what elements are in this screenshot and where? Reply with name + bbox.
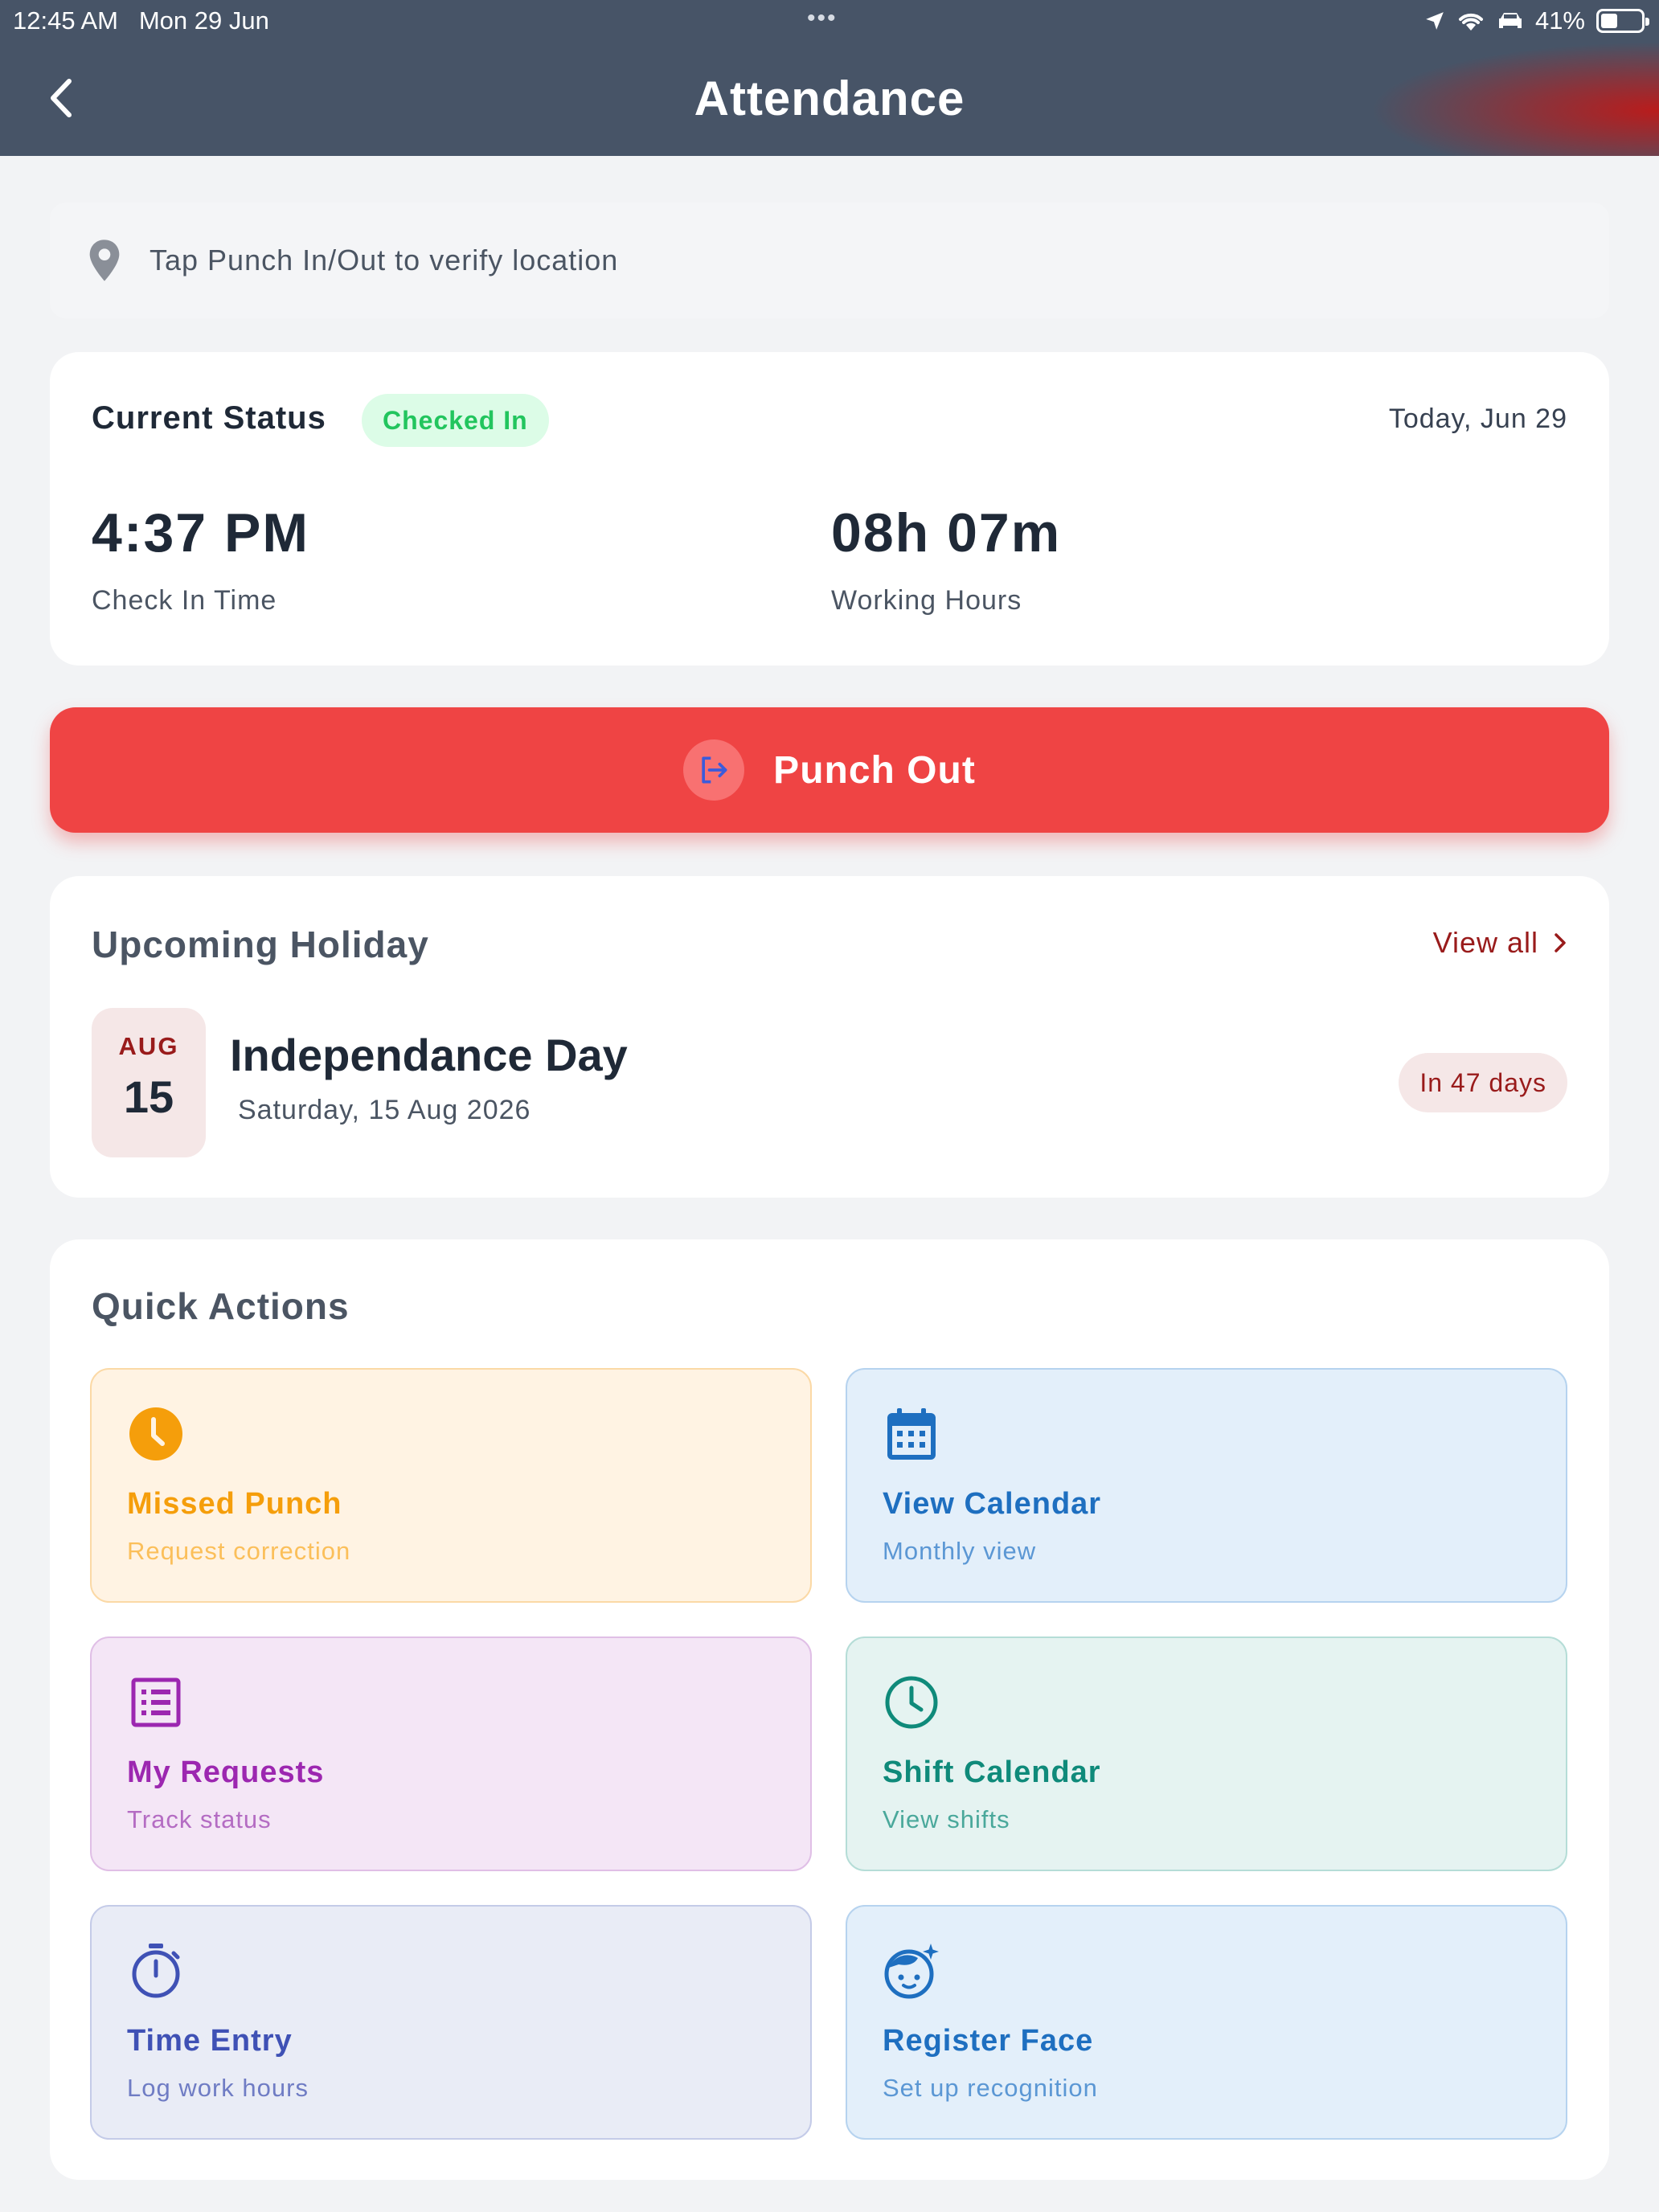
check-in-time-value: 4:37 PM: [92, 502, 309, 563]
my-requests-label: My Requests: [127, 1755, 325, 1789]
punch-out-button[interactable]: Punch Out: [50, 707, 1609, 833]
shift-calendar-sub: View shifts: [883, 1805, 1010, 1833]
missed-punch-sub: Request correction: [127, 1537, 351, 1565]
register-face-label: Register Face: [883, 2024, 1094, 2058]
my-requests-tile[interactable]: My Requests Track status: [90, 1636, 812, 1871]
holiday-full-date: Saturday, 15 Aug 2026: [238, 1095, 531, 1125]
quick-actions-card: Quick Actions Missed Punch Request corre…: [50, 1239, 1609, 2180]
current-status-card: Current Status Checked In Today, Jun 29 …: [50, 352, 1609, 666]
working-hours-value: 08h 07m: [831, 502, 1062, 563]
chevron-right-icon: [1555, 933, 1566, 952]
multitasking-dots-icon[interactable]: •••: [807, 5, 838, 32]
upcoming-holiday-card: Upcoming Holiday View all AUG 15 Indepen…: [50, 876, 1609, 1198]
battery-fill: [1601, 14, 1617, 28]
view-calendar-tile[interactable]: View Calendar Monthly view: [846, 1368, 1567, 1603]
missed-punch-tile[interactable]: Missed Punch Request correction: [90, 1368, 812, 1603]
time-entry-sub: Log work hours: [127, 2074, 309, 2102]
current-status-label: Current Status: [92, 400, 326, 436]
logout-icon-circle: [683, 739, 745, 801]
location-hint: Tap Punch In/Out to verify location: [50, 203, 1609, 318]
quick-actions-title: Quick Actions: [92, 1285, 350, 1327]
wifi-icon: [1458, 13, 1483, 31]
clock-date: Mon 29 Jun: [138, 6, 269, 35]
car-icon: [1498, 13, 1522, 28]
battery-icon: [1596, 9, 1649, 33]
status-badge: Checked In: [362, 394, 549, 447]
list-icon: [131, 1677, 181, 1727]
nav-bar: Attendance: [0, 42, 1659, 156]
location-text: Tap Punch In/Out to verify location: [150, 244, 619, 276]
upcoming-holiday-title: Upcoming Holiday: [92, 924, 429, 965]
time-entry-label: Time Entry: [127, 2024, 293, 2058]
calendar-icon: [887, 1408, 936, 1460]
view-calendar-sub: Monthly view: [883, 1537, 1037, 1565]
face-icon: [884, 1944, 939, 1999]
my-requests-sub: Track status: [127, 1805, 272, 1833]
holiday-day: 15: [123, 1071, 174, 1122]
view-all-label: View all: [1432, 926, 1538, 959]
status-right: 41%: [1424, 6, 1649, 35]
logout-icon: [702, 756, 727, 784]
clock-filled-icon: [129, 1407, 182, 1460]
status-date: Today, Jun 29: [1388, 403, 1567, 434]
register-face-sub: Set up recognition: [883, 2074, 1098, 2102]
map-pin-icon: [89, 240, 120, 281]
holiday-date-box: AUG 15: [92, 1008, 206, 1157]
holiday-month: AUG: [118, 1032, 179, 1060]
view-all-link[interactable]: View all: [1433, 926, 1567, 960]
stopwatch-icon: [132, 1944, 180, 1998]
missed-punch-label: Missed Punch: [127, 1487, 342, 1521]
holiday-name: Independance Day: [230, 1030, 628, 1080]
page-title: Attendance: [694, 72, 965, 125]
status-time: 12:45 AM Mon 29 Jun: [13, 6, 269, 35]
view-calendar-label: View Calendar: [883, 1487, 1102, 1521]
location-arrow-icon: [1426, 12, 1444, 30]
punch-out-label: Punch Out: [773, 748, 976, 792]
shift-calendar-tile[interactable]: Shift Calendar View shifts: [846, 1636, 1567, 1871]
working-hours-label: Working Hours: [831, 585, 1022, 616]
check-in-time-label: Check In Time: [92, 585, 277, 616]
status-bar: 12:45 AM Mon 29 Jun ••• 41%: [0, 0, 1659, 42]
shift-calendar-label: Shift Calendar: [883, 1755, 1101, 1789]
register-face-tile[interactable]: Register Face Set up recognition: [846, 1905, 1567, 2140]
battery-percent: 41%: [1534, 6, 1585, 35]
time-entry-tile[interactable]: Time Entry Log work hours: [90, 1905, 812, 2140]
holiday-countdown-badge: In 47 days: [1399, 1053, 1567, 1112]
clock-outline-icon: [885, 1676, 938, 1729]
clock-time: 12:45 AM: [13, 6, 118, 35]
